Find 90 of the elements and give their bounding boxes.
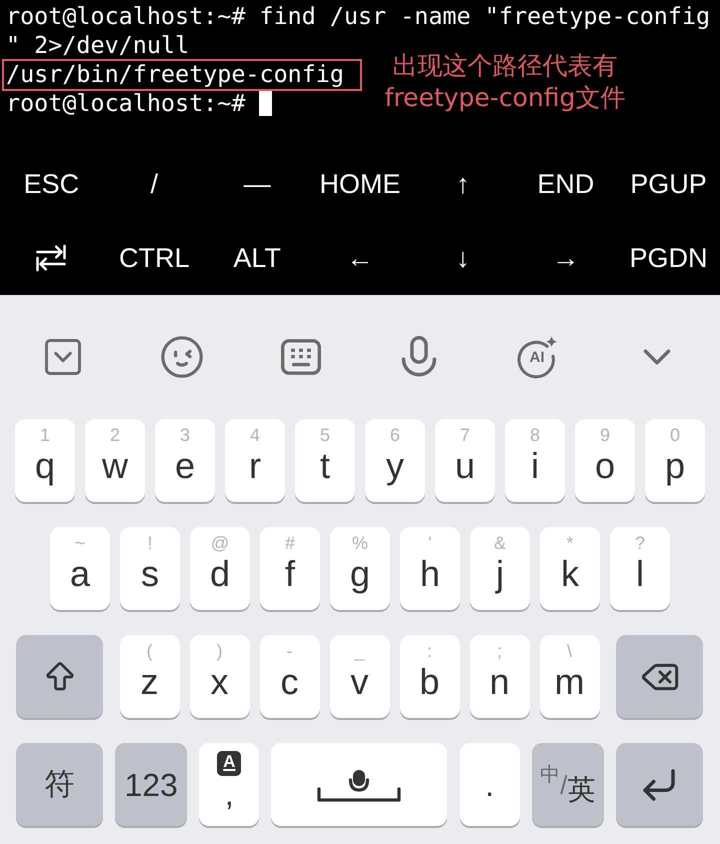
key-hint: ( (146, 640, 152, 662)
key-hint: 7 (460, 424, 470, 446)
language-option: 中 (540, 763, 560, 787)
letter-key[interactable]: 9 o (575, 419, 635, 502)
key-hint: 9 (600, 424, 610, 446)
key-hint: ' (428, 532, 432, 554)
key-hint: ; (496, 640, 502, 662)
language-option: 英 (567, 774, 596, 806)
key-hint: & (494, 532, 506, 554)
key-hint: 0 (670, 424, 680, 446)
extra-key[interactable]: ← (346, 241, 374, 275)
letter-key[interactable]: 1 q (15, 419, 75, 502)
letter-key[interactable]: ' h (400, 527, 460, 610)
ai-button[interactable]: AI (516, 335, 560, 379)
letter-key[interactable]: ( z (120, 635, 180, 718)
sparkle-ring-icon (516, 335, 560, 379)
letter-key[interactable]: & j (470, 527, 530, 610)
enter-key[interactable] (616, 743, 703, 826)
terminal-line: root@localhost:~# (6, 89, 246, 118)
letter-key[interactable]: 2 w (85, 419, 145, 502)
letter-key[interactable]: % g (330, 527, 390, 610)
key-hint: ~ (74, 532, 86, 554)
letter-key[interactable]: 5 t (295, 419, 355, 502)
key-hint: 4 (250, 424, 260, 446)
extra-key[interactable]: ALT (233, 241, 281, 275)
key-hint: 2 (110, 424, 120, 446)
key-hint: % (352, 532, 368, 554)
key-hint: ! (147, 532, 152, 554)
extra-key[interactable]: PGDN (630, 241, 708, 275)
letter-key[interactable]: 3 e (155, 419, 215, 502)
text-format-badge: A (217, 751, 242, 776)
letter-key[interactable]: ~ a (50, 527, 110, 610)
period-key[interactable]: . (460, 743, 520, 826)
extra-key[interactable]: ↑ (456, 167, 470, 201)
letter-key[interactable]: 8 i (505, 419, 565, 502)
letter-key[interactable]: @ d (190, 527, 250, 610)
key-hint: # (284, 532, 295, 554)
letter-key[interactable]: - c (260, 635, 320, 718)
numbers-key[interactable]: 123 (115, 743, 188, 826)
extra-key[interactable]: ↓ (456, 241, 470, 275)
annotation-text: 出现这个路径代表有 (392, 50, 618, 82)
extra-key[interactable]: / (150, 167, 158, 201)
terminal-line: " 2>/dev/null (6, 31, 190, 60)
extra-key[interactable]: PGUP (630, 167, 707, 201)
letter-key[interactable]: \ m (540, 635, 600, 718)
key-hint: \ (566, 640, 572, 662)
extra-key[interactable]: — (244, 167, 271, 201)
microphone-icon[interactable] (401, 336, 438, 378)
slash-separator: / (560, 770, 568, 800)
key-hint: 8 (530, 424, 540, 446)
terminal-line: /usr/bin/freetype-config (6, 60, 344, 89)
key-hint: ? (634, 532, 645, 554)
letter-key[interactable]: ; n (470, 635, 530, 718)
key-hint: * (566, 532, 574, 554)
letter-key[interactable]: ? l (610, 527, 670, 610)
symbols-key[interactable]: 符 (16, 743, 103, 826)
letter-key[interactable]: # f (260, 527, 320, 610)
keyboard-icon[interactable] (280, 338, 321, 376)
extra-key[interactable]: ESC (24, 167, 80, 201)
letter-key[interactable]: ) x (190, 635, 250, 718)
space-microphone-icon (317, 768, 402, 802)
letter-key[interactable]: 7 u (435, 419, 495, 502)
key-hint: 5 (320, 424, 330, 446)
extra-key[interactable]: END (537, 167, 594, 201)
key-hint: : (426, 640, 432, 662)
key-hint: 3 (180, 424, 190, 446)
key-hint: ) (216, 640, 222, 662)
letter-key[interactable]: 0 p (645, 419, 705, 502)
letter-key[interactable]: * k (540, 527, 600, 610)
key-hint: _ (354, 640, 364, 662)
comma-key[interactable]: A , (199, 743, 260, 826)
key-hint: 1 (40, 424, 50, 446)
key-hint: @ (210, 532, 230, 554)
extra-key[interactable]: → (552, 241, 580, 275)
extra-key[interactable]: CTRL (119, 241, 190, 275)
letter-key[interactable]: 4 r (225, 419, 285, 502)
space-key[interactable] (271, 743, 448, 826)
annotation-text: freetype-config文件 (384, 82, 626, 114)
letter-key[interactable]: _ v (330, 635, 390, 718)
swap-arrows-icon[interactable] (36, 244, 66, 272)
shift-key[interactable] (16, 635, 103, 718)
backspace-key[interactable] (616, 635, 703, 718)
wink-face-icon[interactable] (160, 336, 203, 378)
key-hint: - (286, 640, 292, 662)
key-hint: 6 (390, 424, 400, 446)
letter-key[interactable]: ! s (120, 527, 180, 610)
extra-key[interactable]: HOME (319, 167, 400, 201)
letter-key[interactable]: : b (400, 635, 460, 718)
letter-key[interactable]: 6 y (365, 419, 425, 502)
terminal-line: root@localhost:~# find /usr -name "freetype-config (6, 2, 710, 31)
